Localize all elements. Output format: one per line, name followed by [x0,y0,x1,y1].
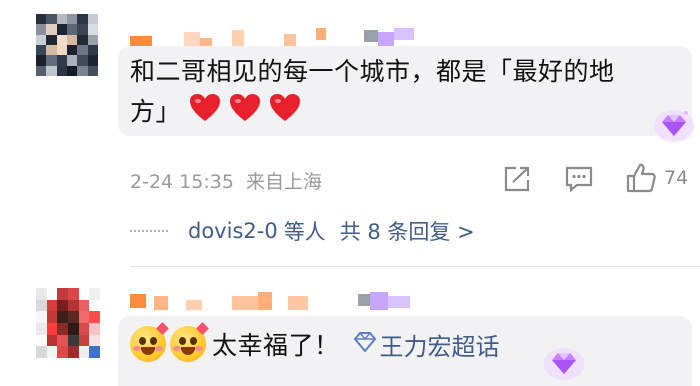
comment-1-text-line1: 和二哥相见的每一个城市，都是「最好的地 [130,57,615,86]
reply-suffix: 等人 [283,220,326,244]
fan-badge-icon [652,104,696,148]
comment-1-text-line2: 方」 [130,92,301,128]
like-count: 74 [664,167,689,189]
comment-2-avatar[interactable] [36,288,100,358]
topic-link[interactable]: 王力宏超话 [380,327,500,362]
happy-emoji-icon [170,322,209,362]
reply-count-link[interactable]: 共 8 条回复 > [340,216,475,246]
comment-1-avatar[interactable] [36,14,98,76]
reply-username[interactable]: dovis2-0 [188,219,278,243]
replies-row[interactable]: dovis2-0 等人 共 8 条回复 > [130,216,475,246]
comment-2-text-row: 太幸福了！ 王力宏超话 [130,322,500,362]
heart-icon [189,93,221,127]
location: 来自上海 [245,171,322,193]
username-2-redacted[interactable] [130,292,490,312]
username-redacted[interactable] [130,28,430,48]
happy-emoji-icon [130,322,169,362]
comment-2-text: 太幸福了！ [212,331,340,360]
topic-icon [353,332,376,356]
comment-1-text-end: 方」 [130,97,182,126]
timestamp: 2-24 15:35 [130,171,234,193]
divider [130,266,700,267]
heart-icon [269,93,301,127]
dotted-line [130,230,168,232]
comment-icon[interactable] [565,166,593,192]
comment-1-meta: 2-24 15:35 来自上海 [130,167,322,194]
heart-icon [229,93,261,127]
like-icon[interactable] [626,163,656,193]
fan-badge-icon-2 [542,342,586,386]
share-icon[interactable] [503,166,531,192]
